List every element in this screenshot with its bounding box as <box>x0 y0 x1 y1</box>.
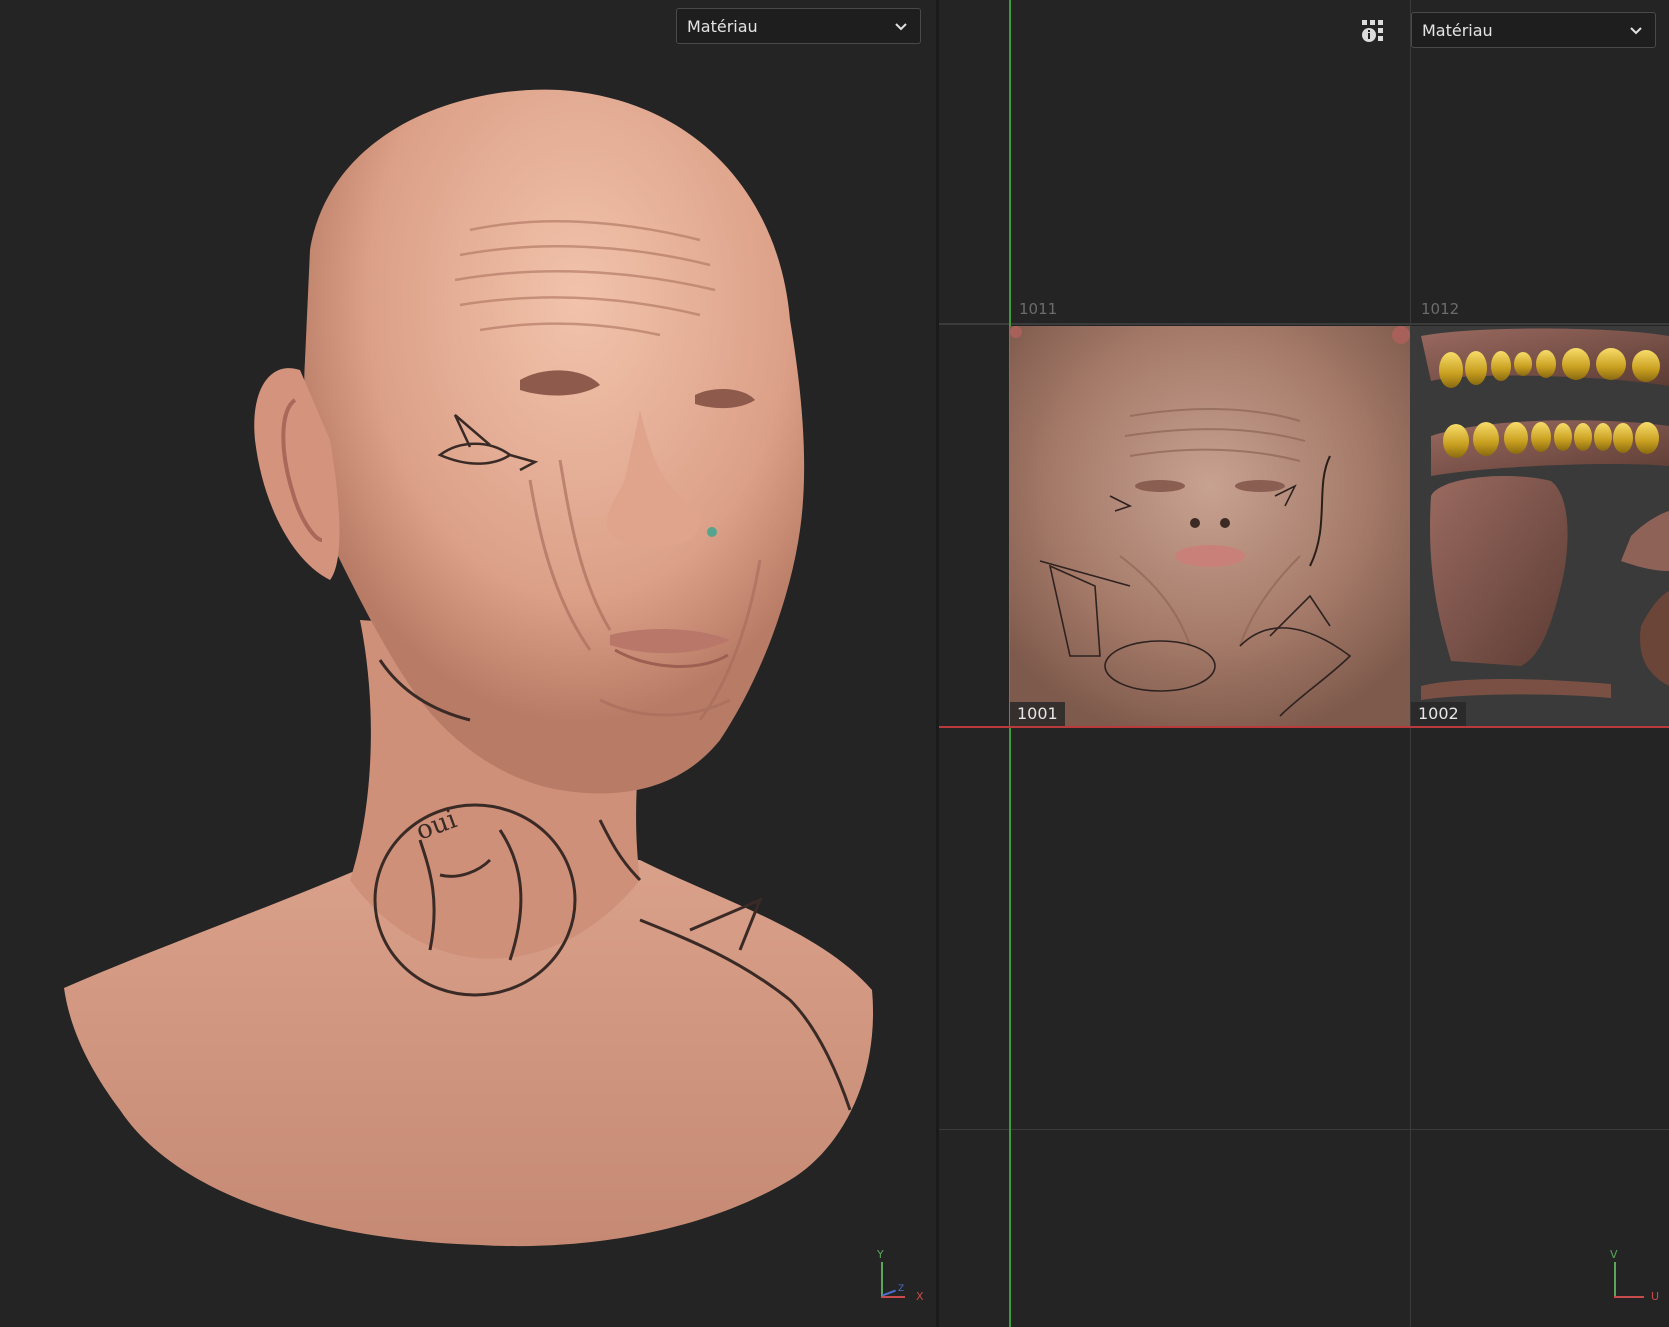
tile-label-1002: 1002 <box>1411 702 1466 726</box>
uv-texture-face <box>1010 326 1410 726</box>
tile-id-1012: 1012 <box>1421 300 1460 318</box>
material-dropdown-3d[interactable]: Matériau <box>676 8 921 44</box>
uv-tile-1001[interactable]: 1001 <box>1010 326 1410 726</box>
grid-line <box>939 323 1669 325</box>
chevron-down-icon <box>895 23 907 31</box>
uv-texture-teeth <box>1421 328 1669 700</box>
3d-viewport[interactable]: oui Matériau Y X Z <box>0 0 936 1327</box>
uv-tile-1002[interactable]: 1002 <box>1411 326 1669 726</box>
material-dropdown-uv[interactable]: Matériau <box>1411 12 1656 48</box>
axis-gizmo-3d: Y X Z <box>870 1248 930 1308</box>
tile-id-1011: 1011 <box>1019 300 1058 318</box>
material-dropdown-3d-label: Matériau <box>687 16 758 36</box>
axis-gizmo-uv: V U <box>1607 1248 1667 1308</box>
u-axis-line <box>939 726 1669 728</box>
head-model[interactable]: oui <box>0 0 936 1327</box>
axis-label-x: X <box>916 1290 924 1303</box>
axis-label-z: Z <box>898 1284 905 1294</box>
axis-label-y: Y <box>877 1248 884 1261</box>
chevron-down-icon <box>1630 27 1642 35</box>
axis-label-u: U <box>1651 1290 1660 1303</box>
grid-info-icon[interactable] <box>1360 18 1386 44</box>
material-dropdown-uv-label: Matériau <box>1422 20 1493 40</box>
uv-viewport[interactable]: 1011 1012 1001 1002 Matériau V U <box>939 0 1669 1327</box>
axis-label-v: V <box>1610 1248 1618 1261</box>
tile-label-1001: 1001 <box>1010 702 1065 726</box>
grid-line <box>939 1129 1669 1130</box>
